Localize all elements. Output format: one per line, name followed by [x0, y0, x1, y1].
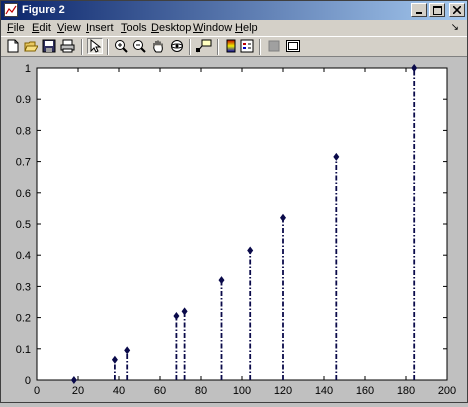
rotate-3d-button[interactable] — [169, 38, 185, 54]
menu-edit-rest: dit — [39, 22, 51, 34]
x-tick-label: 80 — [195, 385, 207, 397]
x-tick-label: 40 — [113, 385, 125, 397]
menu-edit[interactable]: Edit — [32, 21, 51, 35]
zoom-out-button[interactable] — [131, 38, 147, 54]
insert-legend-button[interactable] — [239, 38, 255, 54]
open-file-icon — [24, 41, 38, 52]
menu-file[interactable]: File — [7, 21, 25, 35]
x-tick-label: 100 — [233, 385, 251, 397]
print-button[interactable] — [59, 38, 75, 54]
menu-insert-rest: nsert — [89, 22, 114, 34]
rotate-3d-icon — [171, 40, 183, 52]
hide-plot-tools-button[interactable] — [266, 38, 282, 54]
menu-help-rest: elp — [242, 22, 258, 34]
x-tick-label: 60 — [154, 385, 166, 397]
pan-hand-icon — [153, 40, 163, 53]
x-tick-label: 200 — [438, 385, 456, 397]
maximize-button[interactable] — [429, 3, 445, 17]
insert-legend-icon — [240, 39, 254, 53]
menu-help-key: H — [235, 22, 243, 34]
x-tick-label: 140 — [315, 385, 333, 397]
y-tick-label: 0 — [25, 375, 31, 387]
menu-insert[interactable]: Insert — [86, 21, 114, 35]
close-button[interactable] — [449, 3, 465, 17]
show-plot-tools-icon — [286, 40, 300, 52]
menu-bar: File Edit View Insert Tools Desktop Wind… — [1, 20, 467, 36]
x-tick-label: 120 — [274, 385, 292, 397]
y-tick-label: 0.7 — [16, 157, 31, 169]
toolbar-separator — [217, 39, 219, 55]
toolbar-separator — [189, 39, 191, 55]
maximize-icon — [432, 5, 442, 15]
y-tick-label: 0.1 — [16, 344, 31, 356]
menu-desktop-rest: esktop — [158, 22, 192, 34]
new-figure-button[interactable] — [5, 38, 21, 54]
pan-button[interactable] — [150, 38, 166, 54]
print-icon — [60, 39, 74, 53]
title-bar[interactable]: Figure 2 — [1, 1, 467, 20]
stem-plot[interactable]: 0 20 40 60 80 100 120 140 160 180 200 0 0.1 0.2 0.3 0.… — [1, 57, 467, 402]
y-tick-label: 0.8 — [16, 125, 31, 137]
window-title: Figure 2 — [22, 4, 65, 16]
show-plot-tools-button[interactable] — [285, 38, 301, 54]
y-tick-label: 0.5 — [16, 219, 31, 231]
x-tick-label: 180 — [397, 385, 415, 397]
save-icon — [42, 39, 56, 53]
insert-colorbar-icon — [226, 39, 236, 53]
close-icon — [453, 6, 461, 14]
minimize-button[interactable] — [411, 3, 427, 17]
menu-window-rest: indow — [203, 22, 233, 34]
matlab-figure-icon — [4, 3, 18, 17]
insert-colorbar-button[interactable] — [223, 38, 239, 54]
figure-toolbar — [1, 36, 467, 57]
figure-canvas: 0 20 40 60 80 100 120 140 160 180 200 0 0.1 0.2 0.3 0.… — [1, 57, 467, 402]
menu-view[interactable]: View — [57, 21, 81, 35]
menu-tools-rest: ools — [126, 22, 147, 34]
menu-tools[interactable]: Tools — [121, 21, 147, 35]
menu-desktop[interactable]: Desktop — [151, 21, 191, 35]
x-tick-label: 20 — [72, 385, 84, 397]
y-tick-label: 0.6 — [16, 188, 31, 200]
save-button[interactable] — [41, 38, 57, 54]
y-tick-label: 0.9 — [16, 94, 31, 106]
minimize-icon — [416, 12, 422, 14]
menu-window-key: W — [193, 22, 204, 34]
x-tick-label: 0 — [34, 385, 40, 397]
menu-view-rest: iew — [64, 22, 81, 34]
edit-plot-pointer-icon — [90, 39, 101, 53]
open-file-button[interactable] — [23, 38, 39, 54]
zoom-in-button[interactable] — [113, 38, 129, 54]
figure-window: Figure 2 File Edit View Insert Tools Des… — [0, 0, 468, 403]
x-tick-label: 160 — [356, 385, 374, 397]
axes-box — [36, 67, 448, 381]
menubar-dock-arrow-icon[interactable]: ↘ — [451, 22, 459, 33]
menu-help[interactable]: Help — [235, 21, 258, 35]
zoom-out-icon — [133, 40, 146, 53]
hide-plot-tools-icon — [268, 40, 280, 52]
y-tick-label: 1 — [25, 63, 31, 75]
edit-plot-button[interactable] — [87, 38, 103, 54]
menu-desktop-key: D — [151, 22, 159, 34]
y-tick-label: 0.2 — [16, 313, 31, 325]
toolbar-separator — [259, 39, 261, 55]
toolbar-separator — [81, 39, 83, 55]
toolbar-separator — [107, 39, 109, 55]
menu-window[interactable]: Window — [193, 21, 232, 35]
y-tick-label: 0.3 — [16, 281, 31, 293]
data-cursor-icon — [196, 39, 212, 53]
new-figure-icon — [7, 39, 19, 53]
zoom-in-icon — [115, 40, 128, 53]
menu-file-key: F — [7, 22, 14, 34]
data-cursor-button[interactable] — [196, 38, 212, 54]
menu-file-rest: ile — [13, 22, 25, 34]
y-tick-label: 0.4 — [16, 250, 31, 262]
